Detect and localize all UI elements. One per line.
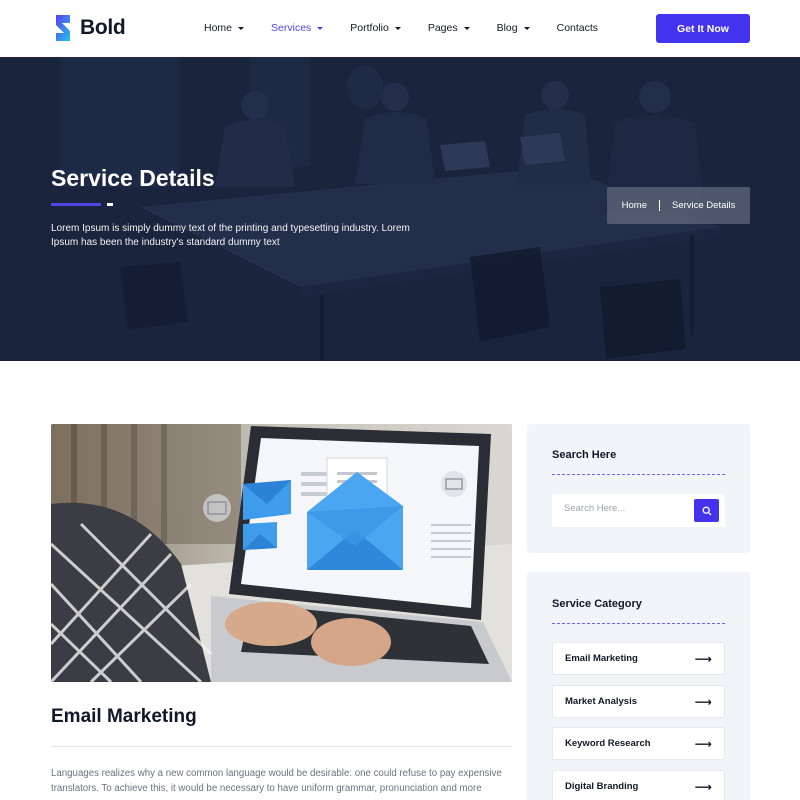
breadcrumb-current: Service Details	[671, 200, 736, 211]
breadcrumb: Home Service Details	[607, 187, 750, 224]
get-it-now-button[interactable]: Get It Now	[656, 14, 750, 43]
category-market-analysis[interactable]: Market Analysis ⟶	[552, 685, 725, 718]
brand-logo[interactable]: Bold	[52, 14, 126, 42]
title-underline	[51, 203, 101, 206]
search-button[interactable]	[694, 499, 719, 522]
category-widget-title: Service Category	[552, 598, 642, 610]
arrow-right-icon: ⟶	[694, 651, 712, 666]
chevron-down-icon	[238, 27, 245, 30]
service-description: Languages realizes why a new common lang…	[51, 768, 502, 794]
category-email-marketing[interactable]: Email Marketing ⟶	[552, 642, 725, 675]
arrow-right-icon: ⟶	[694, 694, 712, 709]
hero-description: Lorem Ipsum is simply dummy text of the …	[51, 223, 410, 248]
breadcrumb-separator	[658, 200, 660, 211]
service-image	[51, 424, 512, 682]
chevron-down-icon	[523, 27, 530, 30]
nav-blog[interactable]: Blog	[497, 22, 530, 34]
chevron-down-icon	[394, 27, 401, 30]
nav-home-label: Home	[204, 22, 233, 34]
search-widget: Search Here	[527, 424, 750, 553]
nav-portfolio[interactable]: Portfolio	[350, 22, 401, 34]
widget-title-underline	[552, 474, 725, 475]
main-nav: Home Services Portfolio Pages Blog Conta…	[204, 22, 598, 34]
arrow-right-icon: ⟶	[694, 779, 712, 794]
chevron-down-icon	[463, 27, 470, 30]
page-title: Service Details	[51, 165, 215, 191]
breadcrumb-home[interactable]: Home	[622, 200, 647, 211]
site-header: Bold Home Services Portfolio Pages Blog …	[0, 0, 800, 57]
nav-services-label: Services	[271, 22, 312, 34]
category-label: Keyword Research	[565, 738, 651, 749]
category-digital-branding[interactable]: Digital Branding ⟶	[552, 770, 725, 800]
page-hero: Service Details Lorem Ipsum is simply du…	[0, 57, 800, 361]
category-label: Email Marketing	[565, 653, 638, 664]
nav-contacts-label: Contacts	[556, 22, 599, 34]
chevron-down-icon	[317, 27, 324, 30]
category-keyword-research[interactable]: Keyword Research ⟶	[552, 727, 725, 760]
service-category-widget: Service Category Email Marketing ⟶ Marke…	[527, 572, 750, 800]
search-icon	[702, 506, 711, 515]
category-label: Digital Branding	[565, 781, 639, 792]
nav-pages-label: Pages	[427, 22, 458, 34]
title-underline-dash	[107, 203, 113, 206]
logo-icon	[56, 15, 70, 41]
brand-name: Bold	[80, 16, 126, 39]
laptop-email-illustration	[51, 424, 512, 682]
nav-pages[interactable]: Pages	[428, 22, 470, 34]
service-title: Email Marketing	[51, 706, 197, 727]
nav-contacts[interactable]: Contacts	[557, 22, 598, 34]
nav-blog-label: Blog	[496, 22, 518, 34]
divider	[51, 746, 512, 747]
category-label: Market Analysis	[565, 696, 637, 707]
nav-services[interactable]: Services	[271, 22, 324, 34]
nav-portfolio-label: Portfolio	[350, 22, 389, 34]
search-input[interactable]	[564, 503, 684, 514]
search-widget-title: Search Here	[552, 449, 617, 461]
search-form	[552, 494, 725, 527]
nav-home[interactable]: Home	[204, 22, 245, 34]
widget-title-underline	[552, 623, 725, 624]
arrow-right-icon: ⟶	[694, 736, 712, 751]
